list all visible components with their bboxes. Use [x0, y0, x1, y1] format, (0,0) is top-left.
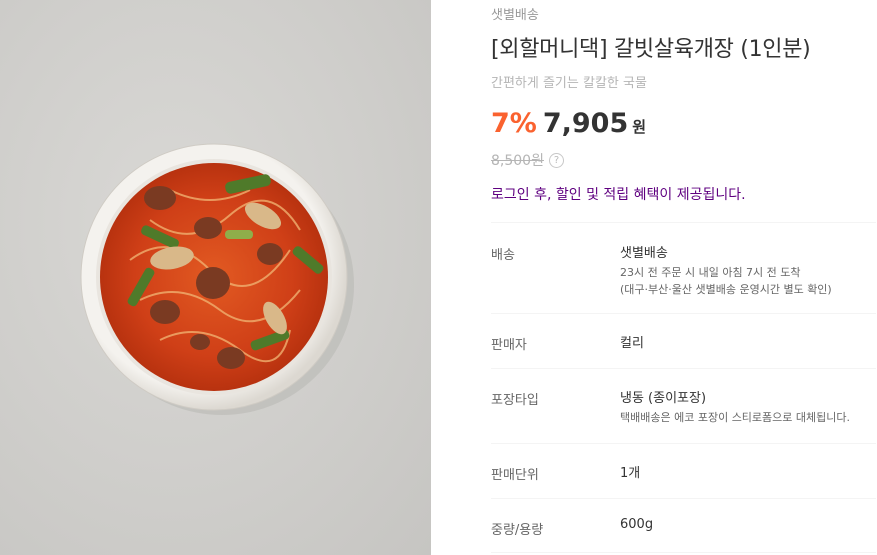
info-value-packaging: 냉동 (종이포장) — [620, 391, 707, 406]
price-row: 7% 7,905 원 — [491, 108, 646, 139]
info-label-sales-unit: 판매단위 — [491, 468, 539, 483]
info-label-weight: 중량/용량 — [491, 523, 544, 538]
info-value-delivery: 샛별배송 — [620, 246, 668, 261]
divider — [491, 552, 876, 553]
delivery-tag: 샛별배송 — [491, 8, 539, 23]
divider — [491, 313, 876, 314]
product-subtitle: 간편하게 즐기는 칼칼한 국물 — [491, 76, 647, 91]
question-icon[interactable]: ? — [548, 152, 564, 168]
info-value-sales-unit: 1개 — [620, 466, 641, 481]
product-image — [0, 0, 431, 555]
original-price: 8,500원 — [491, 153, 544, 169]
info-value-seller: 컬리 — [620, 336, 644, 351]
discount-rate: 7% — [491, 108, 537, 139]
info-label-seller: 판매자 — [491, 338, 527, 353]
info-sub-packaging: 택배배송은 에코 포장이 스티로폼으로 대체됩니다. — [620, 411, 851, 424]
price-unit: 원 — [632, 118, 647, 136]
soup-bowl-illustration — [80, 143, 354, 415]
info-sub-delivery-2: (대구·부산·울산 샛별배송 운영시간 별도 확인) — [620, 283, 832, 296]
sale-price: 7,905 — [542, 108, 629, 139]
info-value-weight: 600g — [620, 517, 654, 532]
product-title: [외할머니댁] 갈빗살육개장 (1인분) — [491, 37, 811, 62]
info-label-delivery: 배송 — [491, 248, 515, 263]
divider — [491, 443, 876, 444]
info-sub-delivery-1: 23시 전 주문 시 내일 아침 7시 전 도착 — [620, 266, 801, 279]
divider — [491, 498, 876, 499]
info-label-packaging: 포장타입 — [491, 393, 539, 408]
divider — [491, 368, 876, 369]
login-notice: 로그인 후, 할인 및 적립 혜택이 제공됩니다. — [491, 187, 746, 203]
original-price-row: 8,500원 ? — [491, 150, 564, 170]
divider — [491, 222, 876, 223]
product-info-panel: 샛별배송 [외할머니댁] 갈빗살육개장 (1인분) 간편하게 즐기는 칼칼한 국… — [491, 0, 877, 555]
